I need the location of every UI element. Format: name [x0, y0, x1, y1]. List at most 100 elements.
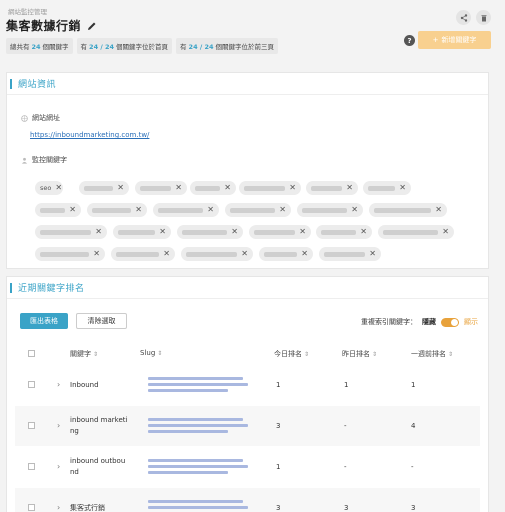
- close-icon[interactable]: ✕: [93, 250, 100, 258]
- close-icon[interactable]: ✕: [351, 206, 358, 214]
- close-icon[interactable]: ✕: [117, 184, 124, 192]
- close-icon[interactable]: ✕: [360, 228, 367, 236]
- keyword-tag[interactable]: ✕: [135, 181, 187, 195]
- week-rank-cell: 4: [411, 422, 416, 430]
- user-icon: [21, 157, 28, 164]
- keyword-tag[interactable]: ✕: [87, 203, 147, 217]
- close-icon[interactable]: ✕: [435, 206, 442, 214]
- close-icon[interactable]: ✕: [207, 206, 214, 214]
- keyword-tag-label: [254, 229, 296, 235]
- row-checkbox[interactable]: [28, 381, 35, 388]
- chevron-right-icon[interactable]: ›: [57, 462, 60, 471]
- column-today-rank[interactable]: 今日排名 ⇕: [274, 349, 309, 359]
- slug-cell[interactable]: [148, 418, 248, 436]
- column-yesterday-rank[interactable]: 昨日排名 ⇕: [342, 349, 377, 359]
- column-keyword[interactable]: 關鍵字 ⇕: [70, 349, 98, 359]
- close-icon[interactable]: ✕: [163, 250, 170, 258]
- keyword-cell: Inbound: [70, 381, 99, 389]
- help-icon[interactable]: ?: [404, 35, 415, 46]
- keyword-tag[interactable]: ✕: [363, 181, 411, 195]
- slug-cell[interactable]: [148, 459, 248, 477]
- keyword-tag[interactable]: ✕: [35, 225, 107, 239]
- slug-cell[interactable]: [148, 500, 248, 512]
- clear-selection-button[interactable]: 清除選取: [76, 313, 127, 329]
- keyword-tag[interactable]: ✕: [249, 225, 311, 239]
- table-row[interactable]: › inbound marketi ng 3 - 4: [15, 406, 480, 446]
- share-icon[interactable]: [456, 10, 471, 25]
- table-row[interactable]: › 集客式行銷 3 3 3: [15, 488, 480, 512]
- close-icon[interactable]: ✕: [175, 184, 182, 192]
- keyword-tag-label: [40, 251, 90, 257]
- close-icon[interactable]: ✕: [442, 228, 449, 236]
- keyword-tag[interactable]: ✕: [378, 225, 454, 239]
- keyword-tag-label: [158, 207, 204, 213]
- today-rank-cell: 1: [276, 463, 281, 471]
- add-keyword-button[interactable]: + 新增關鍵字: [418, 31, 491, 49]
- yesterday-rank-cell: -: [344, 422, 347, 430]
- close-icon[interactable]: ✕: [231, 228, 238, 236]
- row-checkbox[interactable]: [28, 422, 35, 429]
- table-row[interactable]: › inbound outbou nd 1 - -: [15, 447, 480, 487]
- keyword-tag[interactable]: ✕: [297, 203, 363, 217]
- select-all-checkbox[interactable]: [28, 350, 35, 357]
- keyword-tag[interactable]: ✕: [225, 203, 291, 217]
- keyword-tag[interactable]: ✕: [111, 247, 175, 261]
- keyword-tag-label: [118, 229, 156, 235]
- keyword-tag-label: [302, 207, 348, 213]
- show-option[interactable]: 顯示: [464, 317, 478, 327]
- close-icon[interactable]: ✕: [241, 250, 248, 258]
- keyword-tag[interactable]: ✕: [181, 247, 253, 261]
- keyword-tag[interactable]: ✕: [259, 247, 313, 261]
- keyword-tag-label: [186, 251, 238, 257]
- close-icon[interactable]: ✕: [159, 228, 166, 236]
- chevron-right-icon[interactable]: ›: [57, 380, 60, 389]
- keyword-tag[interactable]: ✕: [177, 225, 243, 239]
- site-url-link[interactable]: https://inboundmarketing.com.tw/: [30, 131, 149, 139]
- slug-cell[interactable]: [148, 377, 248, 395]
- breadcrumb[interactable]: 網站監控管理: [8, 6, 47, 16]
- close-icon[interactable]: ✕: [224, 184, 231, 192]
- duplicate-toggle[interactable]: [441, 317, 459, 327]
- keyword-tag[interactable]: ✕: [316, 225, 372, 239]
- chevron-right-icon[interactable]: ›: [57, 421, 60, 430]
- close-icon[interactable]: ✕: [135, 206, 142, 214]
- keyword-tag[interactable]: ✕: [369, 203, 447, 217]
- keyword-tag[interactable]: ✕: [35, 247, 105, 261]
- today-rank-cell: 1: [276, 381, 281, 389]
- trash-icon[interactable]: [476, 10, 491, 25]
- keyword-cell: 集客式行銷: [70, 504, 105, 512]
- keyword-tag-label: [368, 185, 396, 191]
- keyword-tag[interactable]: ✕: [319, 247, 381, 261]
- keyword-tag[interactable]: ✕: [79, 181, 129, 195]
- hide-option[interactable]: 隱藏: [422, 317, 436, 327]
- close-icon[interactable]: ✕: [399, 184, 406, 192]
- close-icon[interactable]: ✕: [369, 250, 376, 258]
- close-icon[interactable]: ✕: [289, 184, 296, 192]
- keyword-tag[interactable]: ✕: [113, 225, 171, 239]
- pencil-icon[interactable]: [87, 21, 97, 31]
- keyword-tag[interactable]: ✕: [153, 203, 219, 217]
- keyword-tag[interactable]: ✕: [35, 203, 81, 217]
- column-week-rank[interactable]: 一週前排名 ⇕: [411, 349, 453, 359]
- table-row[interactable]: › Inbound 1 1 1: [15, 365, 480, 405]
- keyword-tag-label: [40, 207, 66, 213]
- keyword-tag[interactable]: ✕: [306, 181, 358, 195]
- yesterday-rank-cell: -: [344, 463, 347, 471]
- keyword-tag[interactable]: ✕: [190, 181, 236, 195]
- export-table-button[interactable]: 匯出表格: [20, 313, 68, 329]
- column-slug[interactable]: Slug ⇕: [140, 349, 162, 357]
- keyword-tag[interactable]: seo ✕: [35, 181, 63, 195]
- close-icon[interactable]: ✕: [301, 250, 308, 258]
- close-icon[interactable]: ✕: [346, 184, 353, 192]
- row-checkbox[interactable]: [28, 463, 35, 470]
- close-icon[interactable]: ✕: [95, 228, 102, 236]
- stat-top-three-pages: 有 24 / 24 個關鍵字位於前三頁: [176, 38, 279, 54]
- keyword-tag[interactable]: ✕: [239, 181, 301, 195]
- close-icon[interactable]: ✕: [299, 228, 306, 236]
- chevron-right-icon[interactable]: ›: [57, 503, 60, 512]
- close-icon[interactable]: ✕: [69, 206, 76, 214]
- row-checkbox[interactable]: [28, 504, 35, 511]
- close-icon[interactable]: ✕: [279, 206, 286, 214]
- close-icon[interactable]: ✕: [55, 184, 62, 192]
- stat-first-page: 有 24 / 24 個關鍵字位於首頁: [76, 38, 173, 54]
